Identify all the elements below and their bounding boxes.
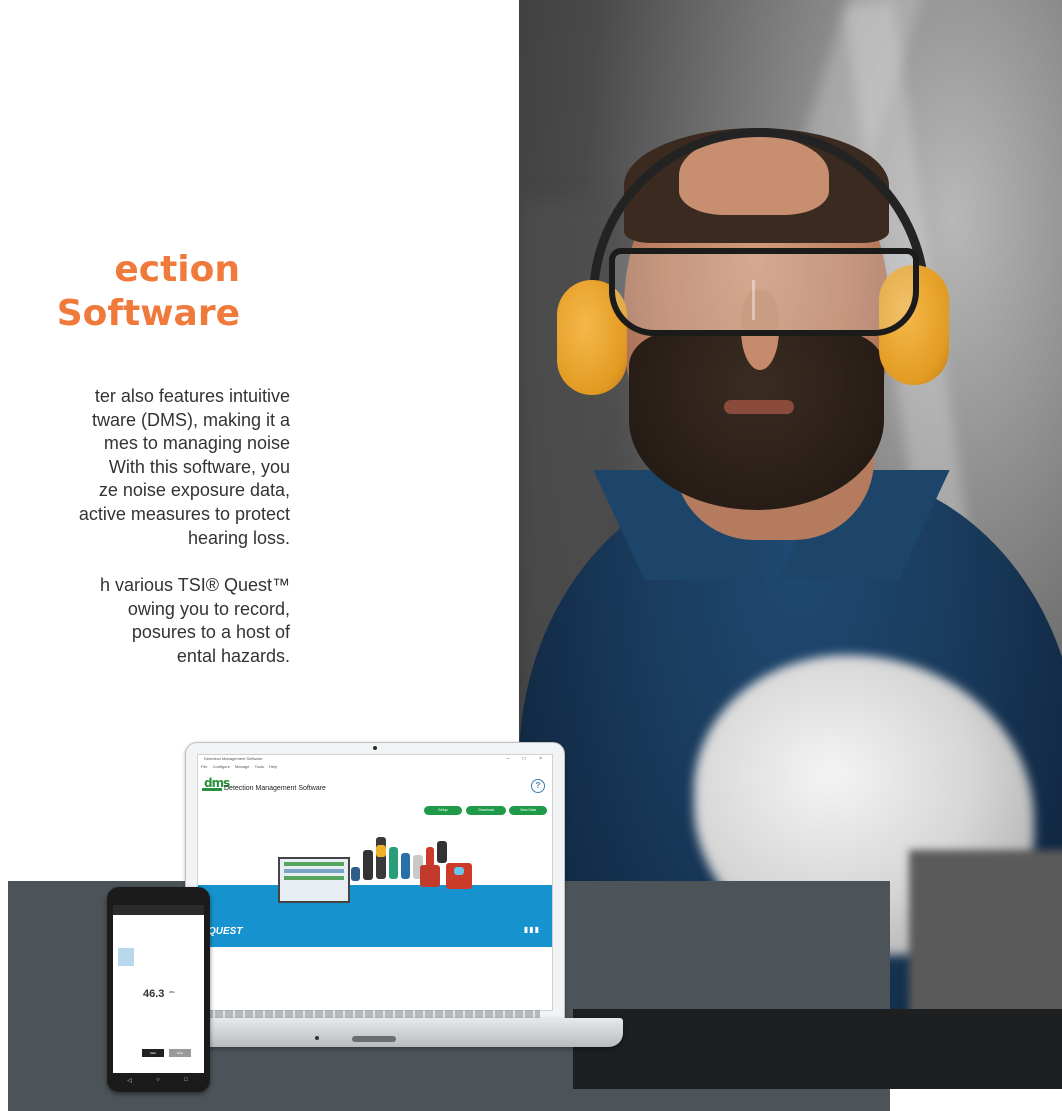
recent-apps-icon[interactable]: □	[184, 1077, 188, 1084]
black-accent-block	[573, 1009, 1062, 1089]
paragraph-1-line: tware (DMS), making it a	[91, 409, 290, 430]
device-illustration	[376, 845, 386, 857]
menu-item[interactable]: Manage	[235, 764, 249, 769]
menu-item[interactable]: Tools	[255, 764, 264, 769]
noise-unit: dBA	[169, 990, 175, 994]
back-icon[interactable]: ◁	[127, 1077, 132, 1084]
device-illustration	[437, 841, 447, 863]
section-heading: ection Software	[0, 248, 240, 336]
paragraph-1-line: active measures to protect	[78, 503, 290, 524]
paragraph-1: ter also features intuitive tware (DMS),…	[0, 385, 290, 550]
paragraph-1-line: ze noise exposure data,	[98, 480, 290, 501]
dms-logo-bar	[202, 788, 222, 791]
noise-reading: 46.3	[143, 988, 165, 1000]
device-illustration	[363, 850, 373, 880]
glasses-bridge	[752, 280, 777, 320]
view-data-button[interactable]: View Data	[509, 806, 547, 815]
phone-app-bar	[113, 905, 204, 915]
home-icon[interactable]: ○	[156, 1077, 160, 1084]
power-indicator-icon	[315, 1036, 319, 1040]
paragraph-1-line: mes to managing noise	[103, 433, 290, 454]
monitor-illustration	[278, 857, 350, 903]
paragraph-1-line: With this software, you	[108, 456, 290, 477]
window-controls-icon[interactable]: – □ ×	[507, 755, 549, 763]
phone-screen: 46.3 dBA Start Stop	[113, 905, 204, 1073]
brand-banner	[198, 885, 552, 947]
brand-bars-icon: ▮▮▮	[523, 925, 540, 934]
device-illustration	[376, 837, 386, 879]
device-illustration	[454, 867, 464, 875]
paragraph-1-line: ter also features intuitive	[94, 386, 290, 406]
download-button[interactable]: Download	[466, 806, 506, 815]
laptop-base	[158, 1018, 623, 1047]
menu-item[interactable]: Configure	[213, 764, 230, 769]
start-button[interactable]: Start	[142, 1049, 164, 1057]
chart-row	[284, 876, 344, 880]
worker-mouth	[724, 400, 794, 414]
body-copy: ter also features intuitive tware (DMS),…	[0, 385, 290, 693]
window-titlebar: Detection Management Software	[198, 755, 552, 763]
device-illustration	[351, 867, 360, 881]
paragraph-2: h various TSI® Quest™ owing you to recor…	[0, 574, 290, 668]
laptop-screen: Detection Management Software – □ × File…	[197, 754, 553, 1011]
heading-line-1: ection	[114, 249, 240, 290]
heading-line-2: Software	[56, 293, 240, 334]
phone-toolbar	[113, 915, 204, 921]
paragraph-1-line: hearing loss.	[187, 527, 290, 548]
paragraph-2-line: posures to a host of	[131, 622, 290, 643]
window-menu: File Configure Manage Tools Help	[198, 763, 552, 770]
device-illustration	[401, 853, 410, 879]
chart-row	[284, 862, 344, 866]
laptop-notch	[352, 1036, 396, 1042]
phone-sidebar-tab[interactable]	[118, 948, 134, 966]
menu-item[interactable]: File	[201, 764, 207, 769]
menu-item[interactable]: Help	[269, 764, 277, 769]
paragraph-2-line: owing you to record,	[127, 598, 290, 619]
app-title: Detection Management Software	[224, 785, 326, 792]
help-icon[interactable]: ?	[531, 779, 545, 793]
phone-nav-bar: ◁ ○ □	[115, 1077, 200, 1084]
webcam-icon	[373, 746, 377, 750]
device-illustration	[420, 865, 440, 887]
paragraph-2-line: ental hazards.	[176, 645, 290, 666]
quest-logo: QUEST	[208, 926, 243, 937]
device-illustration	[389, 847, 398, 879]
setup-button[interactable]: Setup	[424, 806, 462, 815]
paragraph-2-line: h various TSI® Quest™	[99, 575, 290, 596]
stop-button[interactable]: Stop	[169, 1049, 191, 1057]
chart-row	[284, 869, 344, 873]
